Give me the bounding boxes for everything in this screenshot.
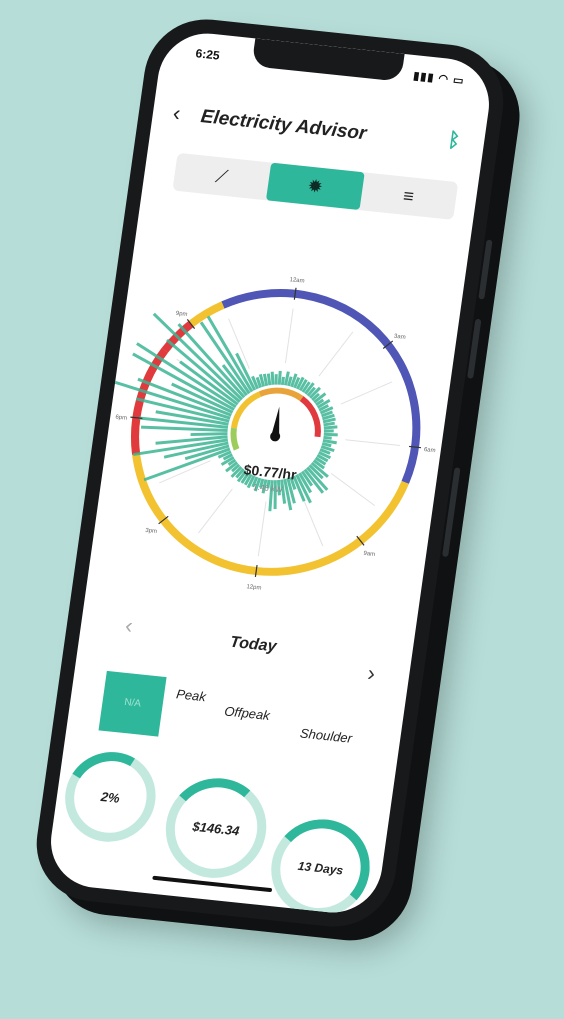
hour-tick — [293, 287, 297, 300]
hour-tick — [254, 565, 258, 578]
na-swatch: N/A — [98, 670, 167, 737]
page-title: Electricity Advisor — [199, 106, 368, 145]
wifi-icon: ◠ — [437, 72, 450, 86]
tab-sun[interactable]: ✹ — [265, 162, 365, 211]
day-label: Today — [228, 633, 278, 656]
chevron-left-icon[interactable]: ‹ — [124, 613, 135, 640]
hour-tick-label: 3am — [394, 334, 406, 341]
usage-bar — [270, 371, 275, 385]
legend-shoulder: Shoulder — [299, 725, 353, 746]
phone-body: 6:25 ▮▮▮ ◠ ▭ ‹ Electricity Advisor ᛒ ⟋ ✹… — [28, 13, 512, 933]
usage-bar — [287, 376, 293, 387]
stat-cost: $146.34 — [159, 773, 273, 883]
tab-list[interactable]: ≡ — [359, 172, 458, 219]
hour-tick-label: 12am — [289, 277, 305, 285]
hour-spoke — [301, 495, 324, 547]
power-value: 1.46 kW — [253, 482, 284, 494]
hour-spoke — [257, 501, 267, 557]
stat-progress-arc — [269, 816, 372, 918]
usage-bar — [321, 442, 332, 448]
hour-tick-label: 9am — [363, 551, 375, 558]
app-screen: 6:25 ▮▮▮ ◠ ▭ ‹ Electricity Advisor ᛒ ⟋ ✹… — [44, 28, 496, 918]
legend-offpeak: Offpeak — [223, 703, 271, 724]
battery-icon: ▭ — [452, 74, 466, 88]
stat-progress-arc — [56, 742, 165, 852]
usage-bar — [323, 429, 334, 433]
sun-icon: ✹ — [306, 175, 325, 198]
hour-tick-label: 9pm — [175, 311, 187, 318]
stat-days: 13 Days — [264, 814, 377, 918]
shoulder-arc — [188, 301, 225, 328]
usage-bar — [323, 432, 338, 437]
stat-percent: 2% — [56, 742, 165, 852]
usage-bar — [322, 439, 337, 445]
power-button — [442, 467, 461, 558]
status-time: 6:25 — [194, 46, 221, 63]
trend-line-icon: ⟋ — [214, 165, 230, 188]
legend-peak: Peak — [175, 686, 207, 705]
chevron-right-icon[interactable]: › — [366, 660, 377, 687]
usage-bar — [274, 374, 278, 385]
hour-spoke — [318, 331, 354, 377]
hour-spoke — [330, 472, 376, 507]
status-icons: ▮▮▮ ◠ ▭ — [412, 69, 465, 87]
hour-spoke — [345, 439, 401, 446]
chevron-left-icon[interactable]: ‹ — [171, 100, 182, 127]
usage-dial-chart: 12am3am6am9am12pm3pm6pm9pm $0.77/hr 1.46… — [111, 277, 436, 592]
bluetooth-icon[interactable]: ᛒ — [446, 129, 462, 153]
hour-tick-label: 12pm — [246, 584, 262, 592]
usage-bar — [280, 376, 285, 386]
hour-spoke — [340, 381, 393, 405]
list-icon: ≡ — [401, 185, 416, 207]
hour-tick-label: 6am — [423, 447, 435, 454]
tab-trend[interactable]: ⟋ — [172, 153, 271, 200]
hour-spoke — [284, 308, 294, 364]
signal-icon: ▮▮▮ — [412, 70, 436, 85]
home-indicator — [152, 875, 273, 893]
hour-spoke — [198, 488, 233, 534]
app-header: ‹ Electricity Advisor ᛒ — [171, 100, 466, 160]
phone-mockup: 6:25 ▮▮▮ ◠ ▭ ‹ Electricity Advisor ᛒ ⟋ ✹… — [0, 0, 564, 1019]
hour-tick-label: 3pm — [145, 528, 157, 535]
volume-button — [478, 239, 493, 300]
stat-progress-arc — [164, 774, 269, 882]
hour-tick-label: 6pm — [115, 415, 127, 422]
usage-bar — [323, 435, 332, 440]
volume-button — [467, 318, 482, 379]
usage-bar — [277, 370, 282, 385]
